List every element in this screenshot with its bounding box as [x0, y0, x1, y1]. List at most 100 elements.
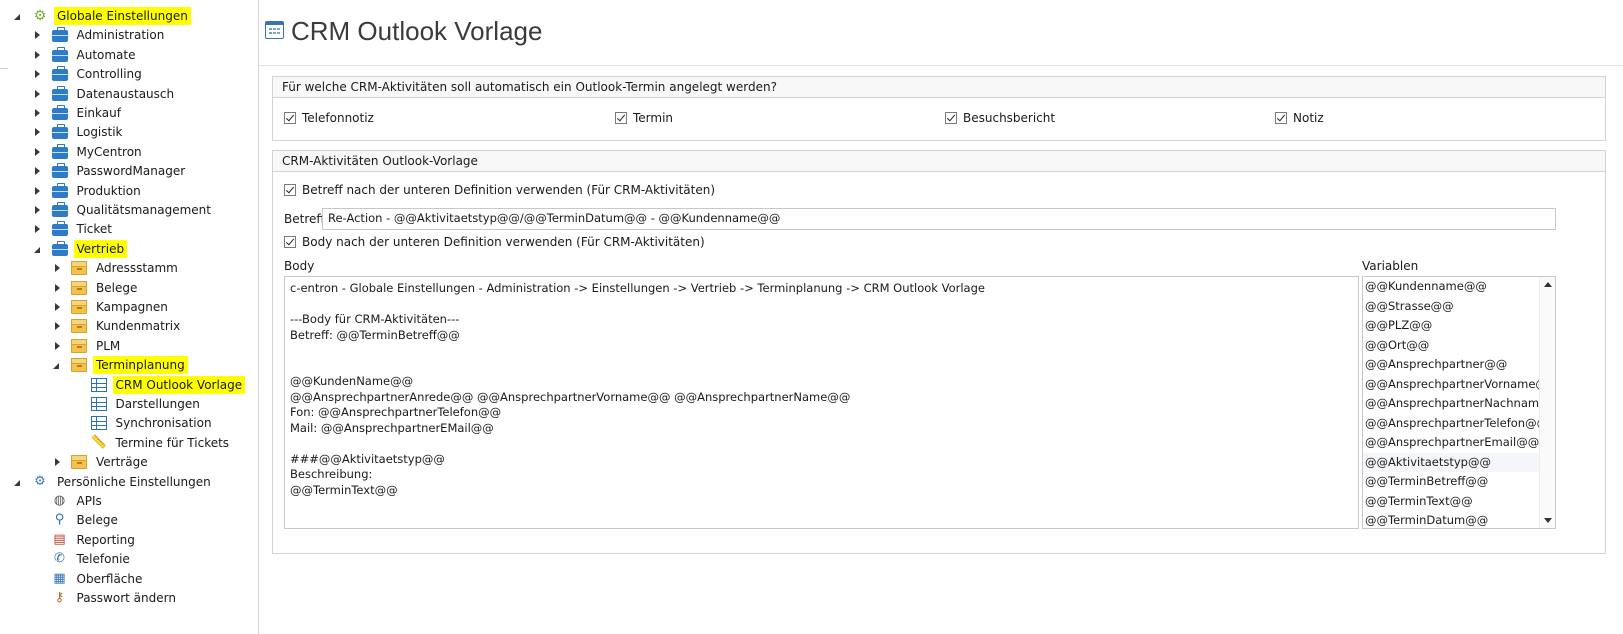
sidebar-item-plm[interactable]: PLM: [51, 336, 123, 356]
variable-item[interactable]: @@Aktivitaetstyp@@: [1363, 452, 1539, 472]
body-textarea[interactable]: c-entron - Globale Einstellungen - Admin…: [284, 276, 1359, 529]
checkbox-box[interactable]: [1275, 112, 1287, 124]
variables-scrollbar[interactable]: [1539, 277, 1555, 528]
variable-item[interactable]: @@AnsprechpartnerNachname@@: [1363, 394, 1539, 414]
variable-item[interactable]: @@Ansprechpartner@@: [1363, 355, 1539, 375]
collapse-arrow-icon[interactable]: [32, 126, 44, 138]
sidebar-item-oberfläche[interactable]: ▦ Oberfläche: [32, 569, 146, 589]
collapse-arrow-icon[interactable]: [51, 301, 63, 313]
subject-input[interactable]: Re-Action - @@Aktivitaetstyp@@/@@TerminD…: [322, 208, 1556, 230]
collapse-arrow-icon[interactable]: [32, 223, 44, 235]
sidebar-item-passwort-ändern[interactable]: ⚷ Passwort ändern: [32, 588, 179, 608]
expand-arrow-icon[interactable]: [32, 243, 44, 255]
sidebar-item-globale-einstellungen[interactable]: ⚙ Globale Einstellungen: [12, 6, 191, 26]
checkbox-box[interactable]: [284, 184, 296, 196]
sidebar-item-belege[interactable]: Belege: [51, 278, 140, 298]
sidebar-item-reporting[interactable]: ▤ Reporting: [32, 530, 138, 550]
sidebar-item-termine-für-tickets[interactable]: 📏 Termine für Tickets: [71, 433, 233, 453]
collapse-arrow-icon[interactable]: [32, 68, 44, 80]
checkbox-box[interactable]: [945, 112, 957, 124]
checkbox-box[interactable]: [284, 112, 296, 124]
variable-item[interactable]: @@Ort@@: [1363, 336, 1539, 356]
variable-item[interactable]: @@AnsprechpartnerVorname@@: [1363, 375, 1539, 395]
sidebar-item-datenaustausch[interactable]: Datenaustausch: [32, 84, 178, 104]
collapse-arrow-icon[interactable]: [32, 165, 44, 177]
sidebar-item-label: Belege: [96, 280, 138, 295]
sidebar-item-ticket[interactable]: Ticket: [32, 219, 116, 239]
sidebar-item-controlling[interactable]: Controlling: [32, 64, 145, 84]
checkbox-notiz[interactable]: Notiz: [1275, 111, 1324, 125]
scroll-up-arrow-icon[interactable]: [1544, 282, 1552, 287]
sidebar-item-kundenmatrix[interactable]: Kundenmatrix: [51, 316, 183, 336]
collapse-arrow-icon[interactable]: [32, 49, 44, 61]
variable-item[interactable]: @@TerminDatum@@: [1363, 511, 1539, 528]
sidebar-item-einkauf[interactable]: Einkauf: [32, 103, 124, 123]
expand-arrow-icon[interactable]: [12, 10, 24, 22]
variable-item[interactable]: @@PLZ@@: [1363, 316, 1539, 336]
variable-item[interactable]: @@TerminText@@: [1363, 492, 1539, 512]
sidebar-item-logistik[interactable]: Logistik: [32, 122, 126, 142]
sidebar-item-administration[interactable]: Administration: [32, 25, 168, 45]
collapse-arrow-icon[interactable]: [32, 88, 44, 100]
page-title: CRM Outlook Vorlage: [291, 16, 543, 46]
sidebar-item-belege[interactable]: ⚲ Belege: [32, 510, 121, 530]
collapse-arrow-icon[interactable]: [32, 204, 44, 216]
briefcase-icon: [51, 66, 68, 82]
folder-icon: [71, 358, 87, 373]
collapse-arrow-icon[interactable]: [51, 262, 63, 274]
sidebar-item-label: Einkauf: [76, 106, 121, 120]
sidebar-item-telefonie[interactable]: ✆ Telefonie: [32, 549, 133, 569]
checkbox-termin[interactable]: Termin: [615, 111, 673, 125]
sidebar-item-persönliche-einstellungen[interactable]: ⚙ Persönliche Einstellungen: [12, 472, 214, 492]
collapse-arrow-icon[interactable]: [32, 146, 44, 158]
checkbox-box[interactable]: [284, 236, 296, 248]
sidebar-item-label: MyCentron: [76, 144, 142, 159]
sidebar-item-synchronisation[interactable]: Synchronisation: [71, 413, 215, 433]
collapse-arrow-icon[interactable]: [32, 107, 44, 119]
variable-item[interactable]: @@AnsprechpartnerEmail@@: [1363, 433, 1539, 453]
checkbox-label: Body nach der unteren Definition verwend…: [302, 235, 705, 249]
sidebar-item-verträge[interactable]: Verträge: [51, 452, 151, 472]
collapse-arrow-icon[interactable]: [51, 320, 63, 332]
sidebar-item-crm-outlook-vorlage[interactable]: CRM Outlook Vorlage: [71, 375, 246, 395]
collapse-arrow-icon[interactable]: [51, 456, 63, 468]
sidebar-item-kampagnen[interactable]: Kampagnen: [51, 297, 171, 317]
sidebar-item-terminplanung[interactable]: Terminplanung: [51, 355, 188, 375]
variable-item[interactable]: @@TerminBetreff@@: [1363, 472, 1539, 492]
collapse-arrow-icon[interactable]: [32, 185, 44, 197]
variable-item[interactable]: @@AnsprechpartnerTelefon@@: [1363, 414, 1539, 434]
sidebar-item-label: Produktion: [76, 183, 141, 198]
subject-label: Betreff: [284, 212, 325, 226]
checkbox-label: Termin: [633, 111, 674, 125]
checkbox-box[interactable]: [615, 112, 627, 124]
checkbox-telefonnotiz[interactable]: Telefonnotiz: [284, 111, 374, 125]
sidebar-item-qualitätsmanagement[interactable]: Qualitätsmanagement: [32, 200, 214, 220]
activities-group: Für welche CRM-Aktivitäten soll automati…: [272, 76, 1606, 141]
body-checkbox[interactable]: Body nach der unteren Definition verwend…: [284, 235, 705, 249]
variables-list[interactable]: @@Kundenname@@ @@Strasse@@ @@PLZ@@ @@Ort@@ @…: [1362, 276, 1556, 529]
variable-item[interactable]: @@Strasse@@: [1363, 297, 1539, 317]
briefcase-icon: [51, 85, 68, 101]
collapse-arrow-icon[interactable]: [32, 29, 44, 41]
collapse-arrow-icon[interactable]: [51, 340, 63, 352]
sidebar-item-label: Controlling: [76, 67, 142, 82]
checkbox-besuchsbericht[interactable]: Besuchsbericht: [945, 111, 1055, 125]
sidebar-item-vertrieb[interactable]: Vertrieb: [32, 239, 128, 259]
sidebar-item-label: Qualitätsmanagement: [76, 203, 211, 217]
subject-checkbox[interactable]: Betreff nach der unteren Definition verw…: [284, 183, 715, 197]
sidebar-item-apis[interactable]: ◍ APIs: [32, 491, 105, 511]
sidebar-item-darstellungen[interactable]: Darstellungen: [71, 394, 203, 414]
sidebar-item-mycentron[interactable]: MyCentron: [32, 142, 145, 162]
sidebar-item-passwordmanager[interactable]: PasswordManager: [32, 161, 189, 181]
variable-item[interactable]: @@Kundenname@@: [1363, 277, 1539, 297]
expand-arrow-icon[interactable]: [12, 476, 24, 488]
sidebar-item-adressstamm[interactable]: Adressstamm: [51, 258, 181, 278]
expand-arrow-icon[interactable]: [51, 359, 63, 371]
folder-icon: [71, 319, 87, 334]
collapse-arrow-icon[interactable]: [51, 282, 63, 294]
sidebar-item-automate[interactable]: Automate: [32, 45, 139, 65]
sidebar-item-label: Globale Einstellungen: [54, 7, 191, 25]
sidebar-item-produktion[interactable]: Produktion: [32, 181, 144, 201]
scroll-down-arrow-icon[interactable]: [1544, 518, 1552, 523]
